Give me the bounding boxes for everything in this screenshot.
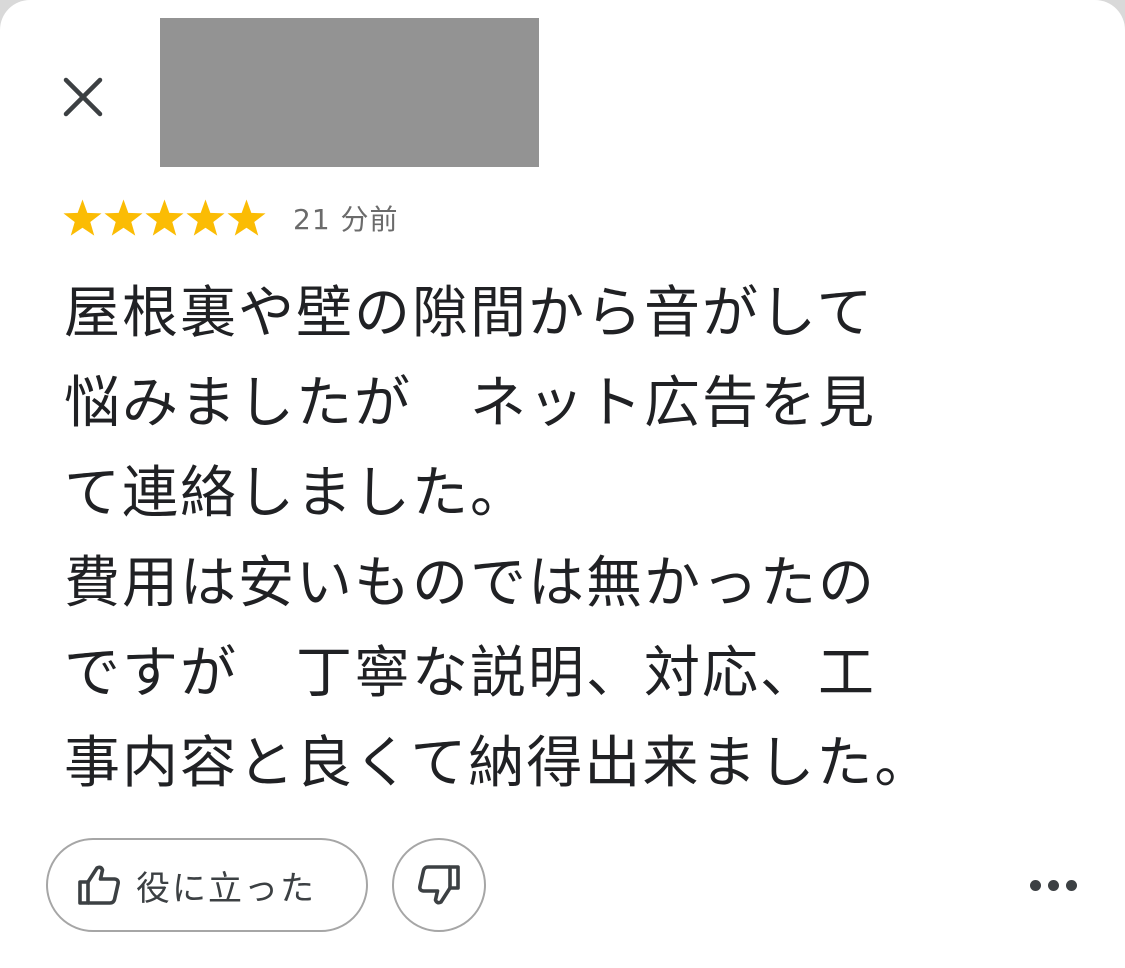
not-helpful-button[interactable]	[392, 838, 486, 932]
thumbs-up-icon	[78, 865, 120, 905]
helpful-button[interactable]: 役に立った	[46, 838, 368, 932]
thumbs-down-icon	[418, 865, 460, 905]
star-icon	[63, 199, 102, 236]
star-icon	[145, 199, 184, 236]
star-icon	[186, 199, 225, 236]
star-rating	[62, 198, 267, 239]
more-horizontal-icon	[1029, 879, 1077, 891]
more-options-button[interactable]	[1020, 862, 1086, 908]
close-button[interactable]	[56, 70, 110, 124]
review-timestamp: 21 分前	[293, 203, 399, 236]
rating-row: 21 分前	[62, 196, 399, 240]
helpful-label: 役に立った	[136, 868, 316, 909]
review-text: 屋根裏や壁の隙間から音がして 悩みましたが ネット広告を見 て連絡しました。 費…	[64, 281, 933, 796]
star-icon	[227, 199, 266, 236]
review-card: 21 分前 屋根裏や壁の隙間から音がして 悩みましたが ネット広告を見 て連絡し…	[0, 0, 1125, 968]
star-icon	[104, 199, 143, 236]
close-icon	[63, 77, 103, 117]
redacted-reviewer-info	[160, 18, 539, 167]
